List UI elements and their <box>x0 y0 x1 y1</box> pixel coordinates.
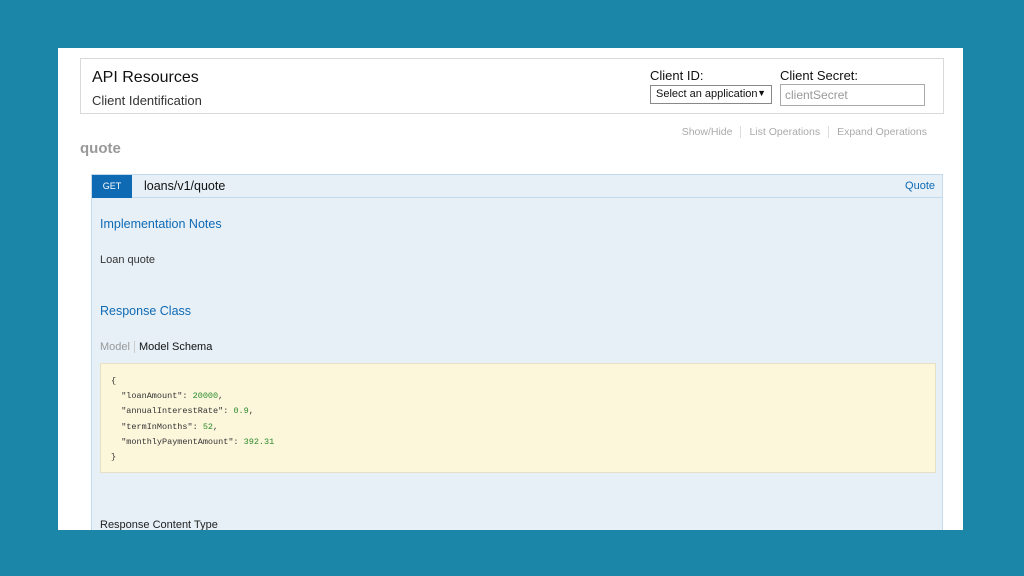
implementation-notes-text: Loan quote <box>100 254 156 266</box>
client-secret-label: Client Secret: <box>780 68 859 83</box>
schema-key: "annualInterestRate" <box>121 406 224 417</box>
schema-key: "termInMonths" <box>121 421 193 432</box>
dropdown-arrow-icon: ▼ <box>757 88 766 98</box>
list-operations-link[interactable]: List Operations <box>740 126 828 138</box>
swagger-page: API Resources Client Identification Clie… <box>58 48 963 530</box>
schema-close-brace: } <box>111 452 117 463</box>
expand-operations-link[interactable]: Expand Operations <box>828 126 935 138</box>
schema-value: 0.9 <box>233 406 249 417</box>
operation-path[interactable]: loans/v1/quote <box>144 179 225 193</box>
model-schema-box: { "loanAmount": 20000, "annualInterestRa… <box>100 363 936 473</box>
schema-value: 52 <box>202 421 214 432</box>
client-id-select[interactable]: Select an application ▼ <box>650 85 772 104</box>
http-method-badge[interactable]: GET <box>92 175 132 198</box>
client-id-label: Client ID: <box>650 68 704 83</box>
resource-title[interactable]: quote <box>80 140 121 157</box>
header-bar: API Resources Client Identification Clie… <box>80 58 944 114</box>
schema-key: "loanAmount" <box>121 391 183 402</box>
client-secret-input[interactable] <box>780 84 925 106</box>
resource-actions: Show/Hide List Operations Expand Operati… <box>674 126 935 138</box>
page-subtitle: Client Identification <box>92 93 202 108</box>
schema-key: "monthlyPaymentAmount" <box>121 436 234 447</box>
implementation-notes-heading: Implementation Notes <box>100 217 222 231</box>
response-content-type-label: Response Content Type <box>100 519 218 530</box>
page-title: API Resources <box>92 69 199 86</box>
schema-value: 392.31 <box>243 436 275 447</box>
operation-panel: GET loans/v1/quote Quote Implementation … <box>91 174 943 530</box>
operation-heading[interactable]: GET loans/v1/quote Quote <box>92 175 942 198</box>
show-hide-link[interactable]: Show/Hide <box>674 126 741 138</box>
model-tabs: Model Model Schema <box>100 341 212 353</box>
tab-model-schema[interactable]: Model Schema <box>135 341 212 353</box>
response-class-heading: Response Class <box>100 304 192 318</box>
schema-open-brace: { <box>111 376 117 386</box>
client-id-selected-value: Select an application <box>656 88 758 100</box>
tab-model[interactable]: Model <box>100 341 135 353</box>
operation-summary-link[interactable]: Quote <box>905 180 935 192</box>
schema-value: 20000 <box>192 391 219 402</box>
